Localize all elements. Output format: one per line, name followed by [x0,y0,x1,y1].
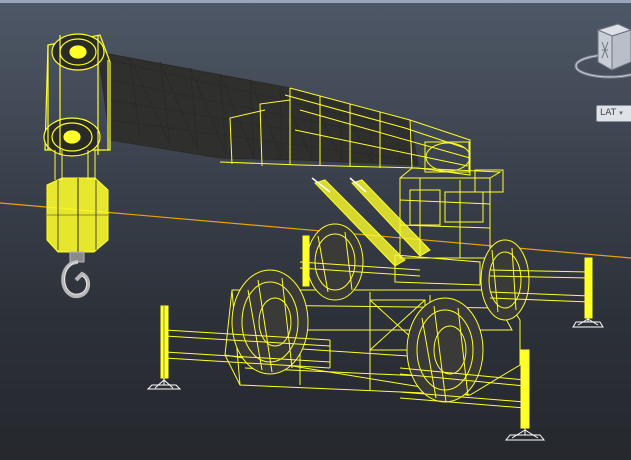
outrigger-leg-front-right [302,235,310,287]
boom-head-sheaves [43,33,111,157]
outrigger-leg-rear-left [504,349,546,441]
hook-block [46,177,109,253]
wheel-rear-left [406,297,484,403]
wheel-rear-right [480,239,530,321]
crane-hook [61,251,91,299]
projection-label: LAT [600,108,617,118]
wheel-front-right [306,223,364,301]
3d-viewport[interactable]: LAT ▾ [0,0,631,460]
outrigger-leg-rear-right [572,257,604,328]
projection-dropdown[interactable]: LAT ▾ [596,105,631,122]
viewcube[interactable] [572,18,631,80]
boom-inner-lattice [97,51,419,166]
chevron-down-icon: ▾ [619,109,623,117]
outrigger-leg-front-left [146,305,182,390]
viewcube-icon[interactable] [596,23,631,71]
crane-wireframe-scene[interactable] [0,0,631,460]
